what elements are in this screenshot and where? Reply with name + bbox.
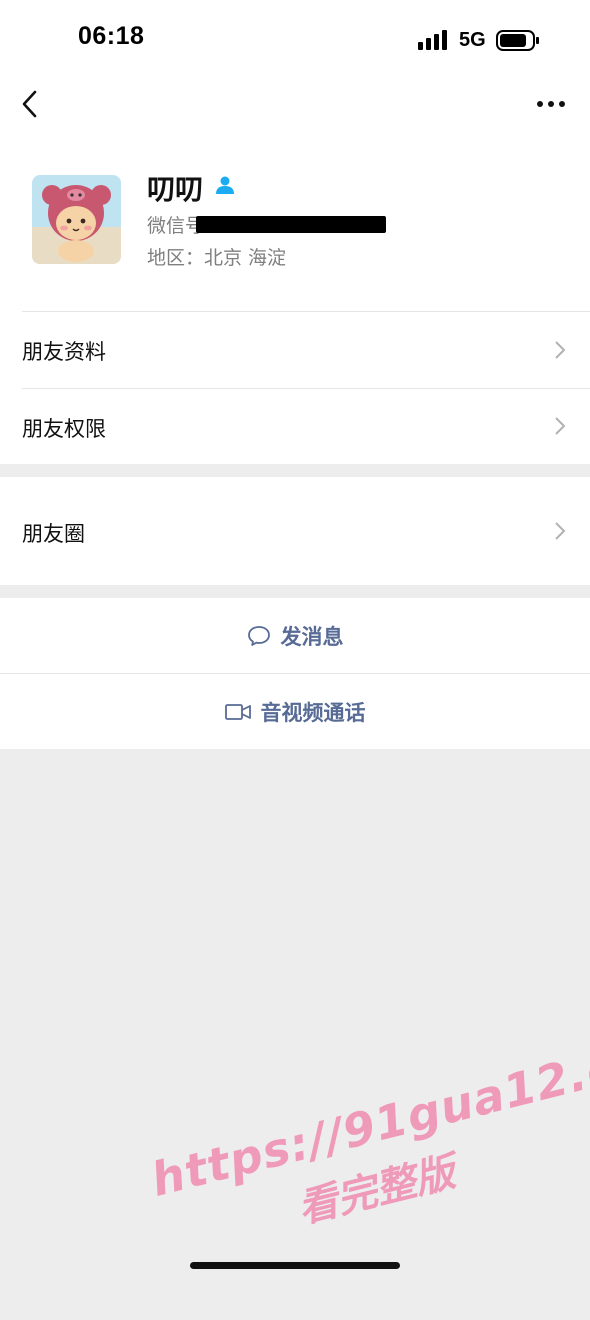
contact-name: 叨叨 [147,173,204,206]
bear-avatar [32,175,121,264]
video-call-button[interactable]: 音视频通话 [0,674,590,749]
watermark: https://91gua12.com 看完整版 [146,1020,590,1320]
more-button[interactable] [534,92,568,116]
chat-bubble-icon [247,625,270,646]
menu-item-friend-profile[interactable]: 朋友资料 [0,312,590,388]
moments-section: 朋友圈 [0,477,590,585]
menu-item-label: 朋友资料 [22,340,106,364]
battery-icon [496,30,539,51]
menu-item-moments[interactable]: 朋友圈 [0,477,590,585]
chevron-right-icon [555,341,566,359]
avatar[interactable] [32,175,121,264]
status-time: 06:18 [78,22,145,50]
profile-panel: 06:18 5G 叨叨 微信号： 地区：北京 海淀 朋友资料 朋友权限 [0,0,590,464]
chevron-right-icon [555,522,566,540]
region: 地区：北京 海淀 [147,247,287,269]
more-dots-icon [537,101,565,107]
network-type: 5G [459,29,486,51]
redaction-bar [196,216,386,233]
menu-item-label: 朋友权限 [22,417,106,441]
chevron-left-icon [22,90,37,118]
home-indicator[interactable] [190,1262,400,1269]
send-message-button[interactable]: 发消息 [0,598,590,673]
signal-icon [418,30,447,50]
video-camera-icon [224,703,251,720]
video-call-label: 音视频通话 [260,700,366,725]
menu-item-friend-permissions[interactable]: 朋友权限 [0,389,590,464]
send-message-label: 发消息 [280,624,344,649]
back-button[interactable] [16,86,46,122]
contact-person-icon [216,176,234,194]
menu-item-label: 朋友圈 [22,522,85,546]
chevron-right-icon [555,417,566,435]
actions-section: 发消息 音视频通话 [0,598,590,749]
